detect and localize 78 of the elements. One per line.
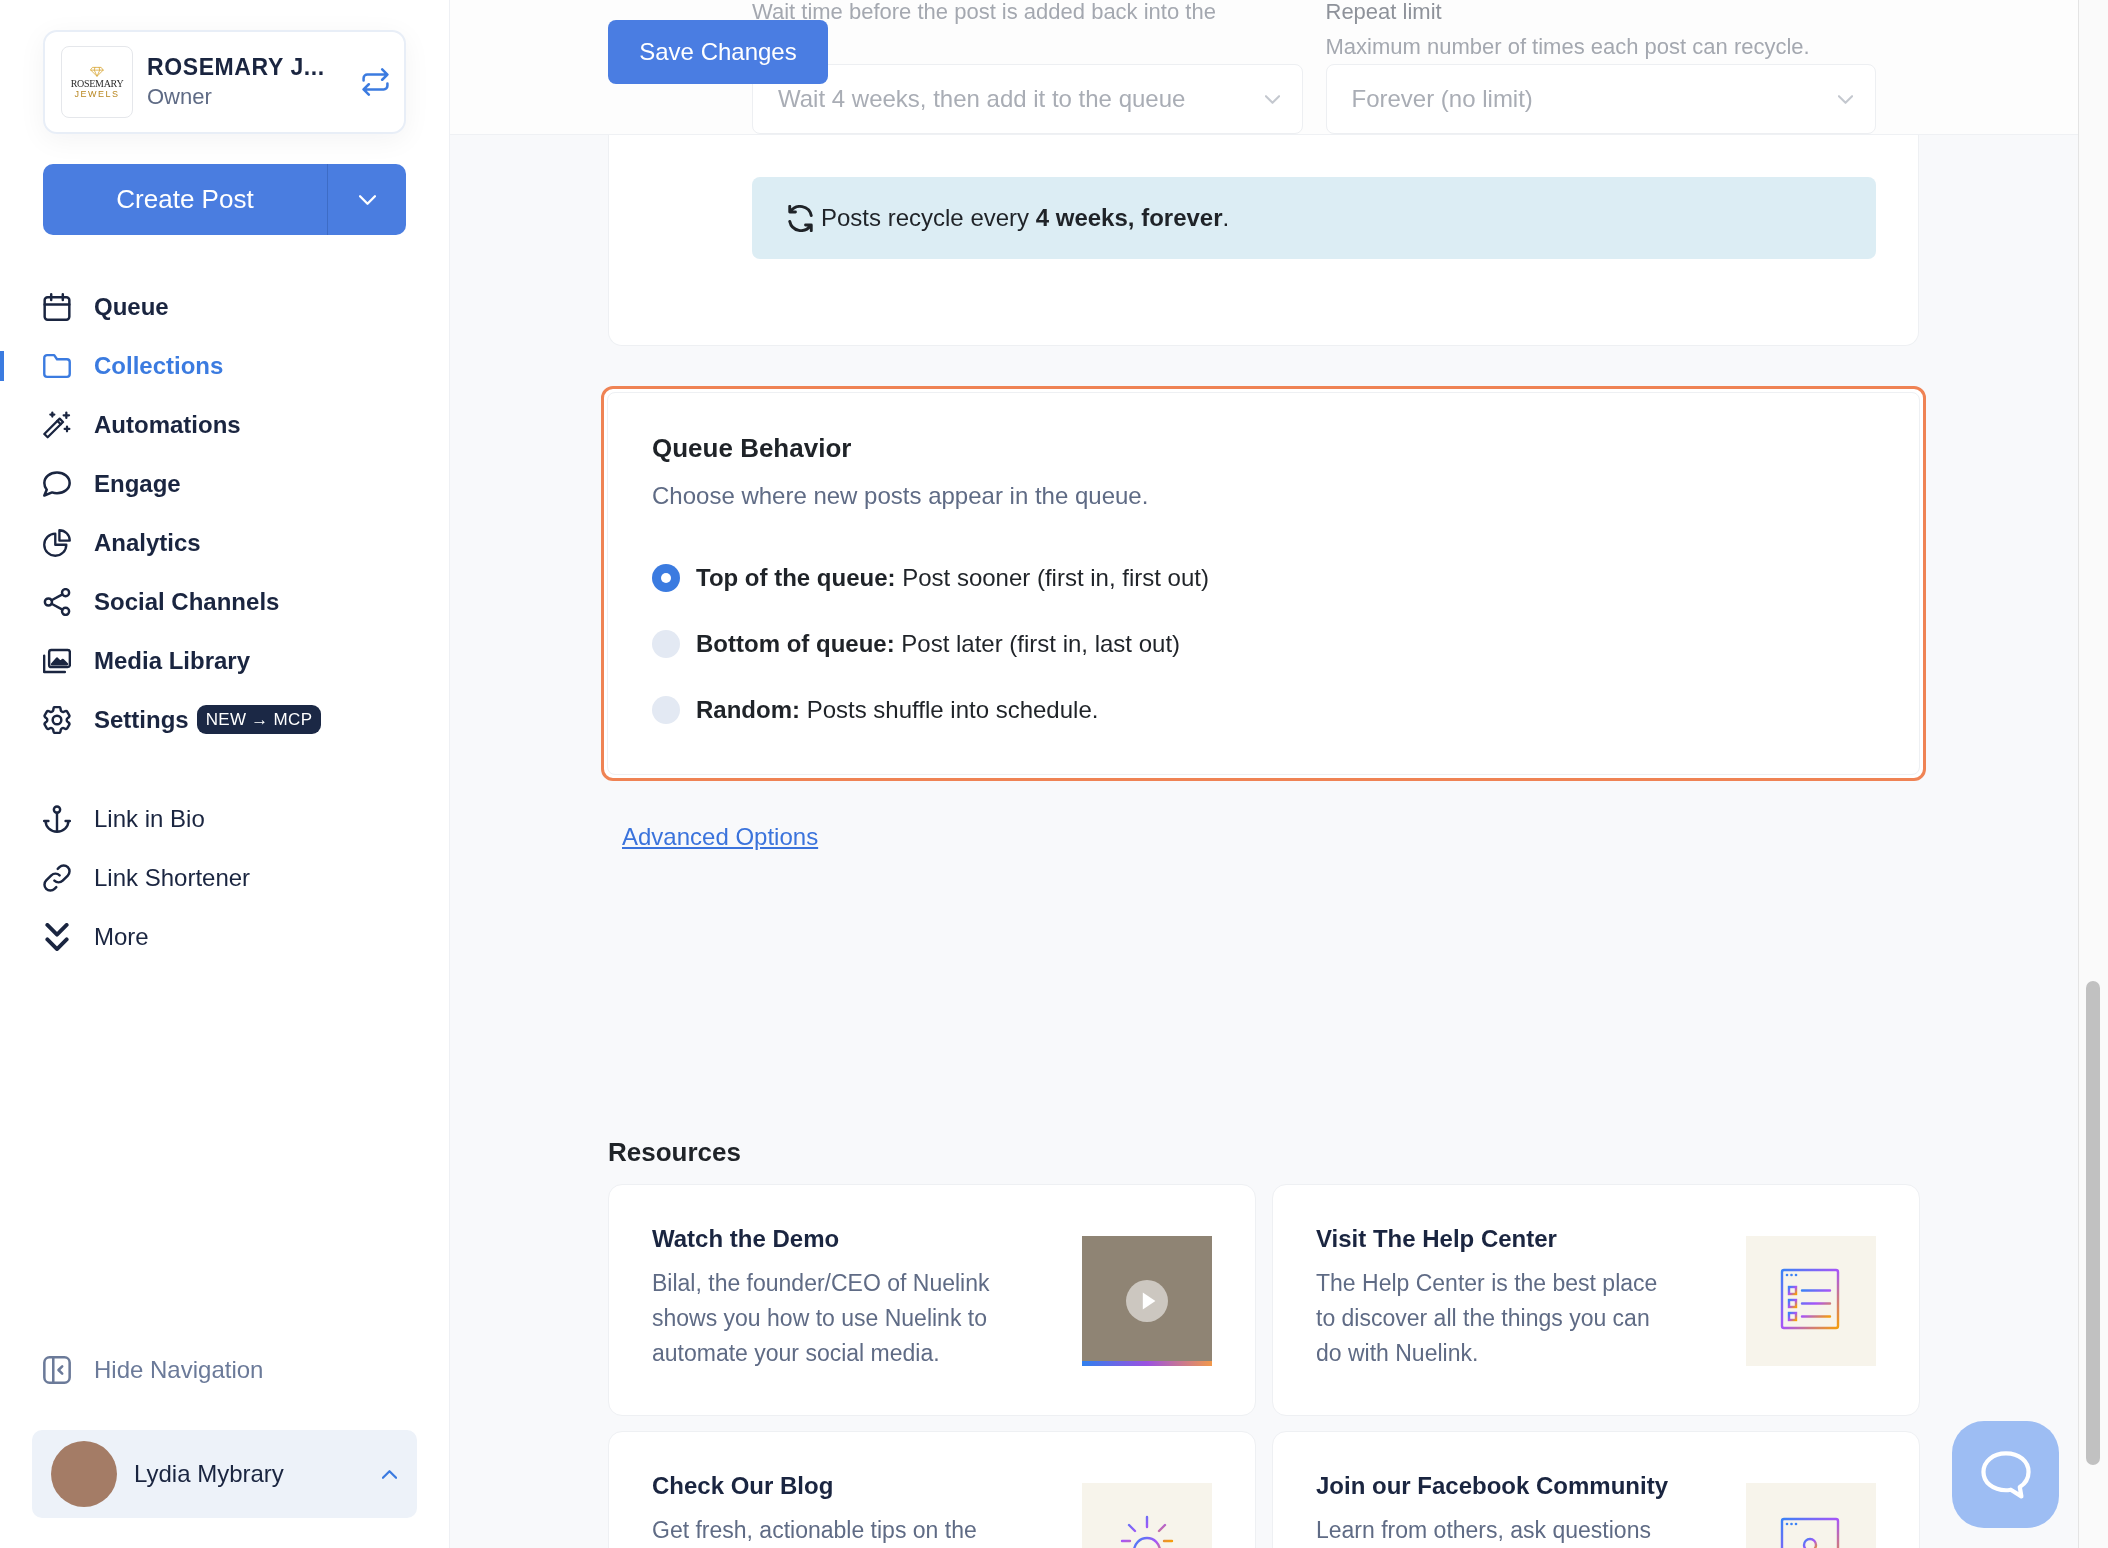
support-chat-button[interactable]: [1952, 1421, 2059, 1528]
active-indicator: [0, 351, 4, 381]
scrollbar-thumb[interactable]: [2086, 981, 2100, 1465]
resource-title: Join our Facebook Community: [1316, 1471, 1669, 1501]
field-hint: Wait time before the post is added back into the: [752, 0, 1216, 23]
pie-chart-icon: [43, 528, 71, 557]
video-thumbnail[interactable]: [1082, 1236, 1212, 1366]
radio-button[interactable]: [652, 696, 680, 724]
play-icon: [1126, 1280, 1168, 1322]
nav-link[interactable]: More: [43, 918, 149, 955]
link-icon: [43, 863, 71, 892]
resource-description: Bilal, the founder/CEO of Nuelink shows you how to use Nuelink to automate your social media.: [652, 1269, 991, 1368]
chevron-down-icon: [358, 194, 376, 205]
share-icon: [43, 587, 71, 616]
chevron-up-icon: [382, 1469, 397, 1479]
radio-label[interactable]: Bottom of queue: Post later (first in, last out): [696, 626, 1181, 662]
field-hint: Maximum number of times each post can recycle.: [1325, 35, 1810, 58]
resource-description: Get fresh, actionable tips on the: [652, 1516, 978, 1545]
account-card[interactable]: ROSEMARY JEWELS ROSEMARY J... Owner: [43, 30, 406, 134]
double-chevron-down-icon: [43, 922, 71, 951]
advanced-options-link[interactable]: Advanced Options: [622, 822, 819, 852]
nav-link[interactable]: Link Shortener: [43, 859, 251, 896]
folder-icon: [43, 351, 71, 380]
user-name: Lydia Mybrary: [134, 1459, 285, 1489]
nav-link[interactable]: Media Library: [43, 642, 251, 679]
resource-card[interactable]: Join our Facebook Community Learn from others, ask questions: [1272, 1431, 1920, 1548]
create-post-button[interactable]: Create Post: [43, 164, 327, 235]
anchor-icon: [43, 804, 71, 833]
nav-link[interactable]: Link in Bio: [43, 800, 205, 837]
nav-link[interactable]: Engage: [43, 465, 181, 502]
account-name: ROSEMARY J...: [147, 53, 326, 82]
card-subtitle: Choose where new posts appear in the queue.: [652, 481, 1149, 511]
swap-arrows-icon: [361, 68, 389, 96]
radio-label[interactable]: Top of the queue: Post sooner (first in, first out): [696, 560, 1209, 596]
chevron-down-icon: [1264, 95, 1280, 104]
magic-wand-icon: [43, 410, 71, 439]
collapse-sidebar-icon: [43, 1355, 71, 1384]
nav-link[interactable]: Social Channels: [43, 583, 280, 620]
settings-icon: [43, 705, 71, 734]
resource-title: Check Our Blog: [652, 1471, 834, 1501]
gem-icon: [90, 65, 104, 77]
user-menu[interactable]: Lydia Mybrary: [32, 1430, 417, 1518]
radio-button[interactable]: [652, 630, 680, 658]
checklist-icon: [1746, 1236, 1876, 1366]
calendar-icon: [43, 292, 71, 321]
radio-label[interactable]: Random: Posts shuffle into schedule.: [696, 692, 1099, 728]
switch-account-button[interactable]: [361, 68, 389, 96]
section-heading: Resources: [608, 1136, 741, 1168]
account-role: Owner: [147, 83, 213, 111]
select-value: Wait 4 weeks, then add it to the queue: [778, 87, 1186, 111]
nav-link[interactable]: Queue: [43, 288, 169, 325]
radio-button[interactable]: [652, 564, 680, 592]
resource-title: Watch the Demo: [652, 1224, 840, 1254]
refresh-icon: [788, 204, 813, 232]
new-badge: NEW → MCP: [196, 705, 322, 734]
resource-card[interactable]: Watch the Demo Bilal, the founder/CEO of Nuelink shows you how to use Nuelink to automate your social media.: [608, 1184, 1256, 1416]
chat-bubble-icon: [43, 469, 71, 498]
field-label: Repeat limit: [1325, 0, 1442, 23]
logo-wordmark: ROSEMARY: [70, 77, 124, 89]
nav-link[interactable]: Collections: [43, 347, 224, 384]
save-changes-button[interactable]: Save Changes: [608, 20, 828, 84]
create-post-menu-button[interactable]: [327, 164, 406, 235]
nav-link[interactable]: Automations: [43, 406, 241, 443]
resource-card[interactable]: Visit The Help Center The Help Center is the best place to discover all the things you can do with Nuelink.: [1272, 1184, 1920, 1416]
resource-description: The Help Center is the best place to discover all the things you can do with Nuelink.: [1316, 1269, 1659, 1368]
recycle-summary: Posts recycle every 4 weeks, forever.: [821, 203, 1230, 233]
logo-tagline: JEWELS: [74, 88, 120, 99]
hide-navigation-button[interactable]: Hide Navigation: [43, 1340, 264, 1399]
select-value: Forever (no limit): [1351, 87, 1533, 111]
chat-icon: [1980, 1450, 2031, 1499]
nav-link[interactable]: Analytics: [43, 524, 201, 561]
images-icon: [43, 646, 71, 675]
card-title: Queue Behavior: [652, 433, 852, 463]
resource-description: Learn from others, ask questions: [1316, 1516, 1652, 1545]
chevron-down-icon: [1838, 95, 1853, 104]
resource-card[interactable]: Check Our Blog Get fresh, actionable tips on the: [608, 1431, 1256, 1548]
nav-link[interactable]: Settings: [43, 701, 189, 738]
resource-title: Visit The Help Center: [1316, 1224, 1557, 1254]
